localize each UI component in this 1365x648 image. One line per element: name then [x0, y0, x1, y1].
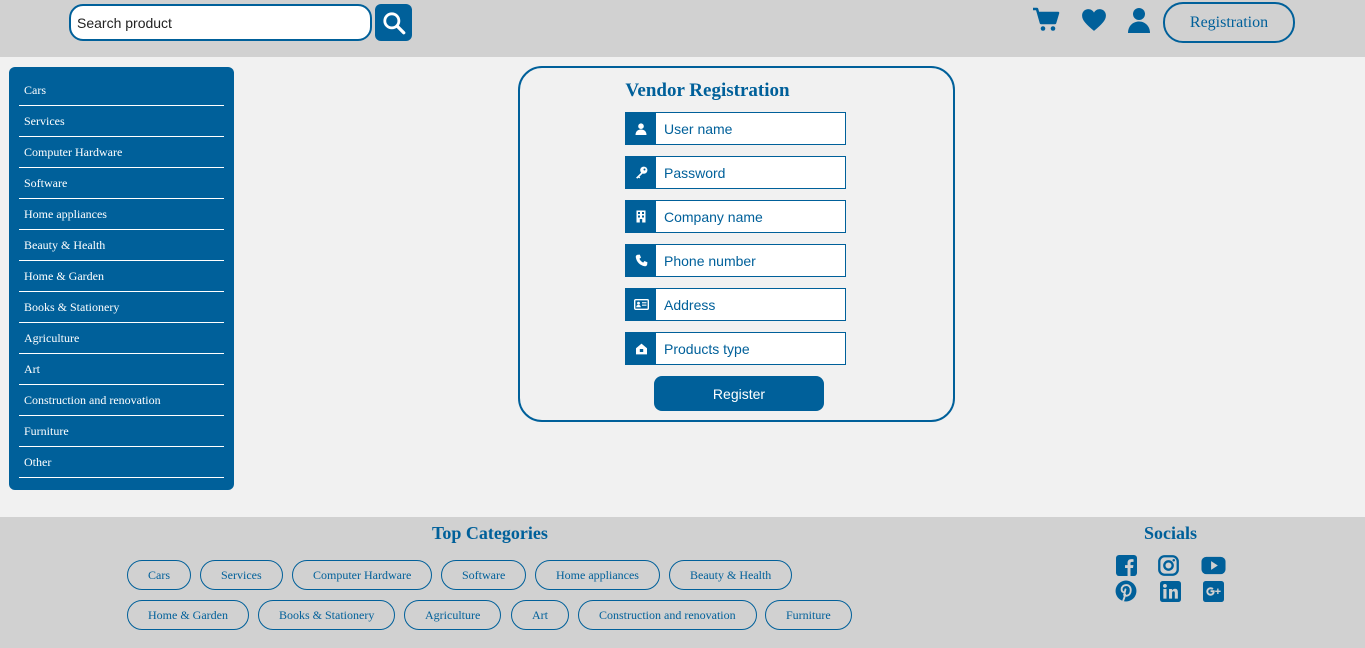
sidebar-item-art[interactable]: Art	[19, 354, 224, 385]
sidebar-item-books-stationery[interactable]: Books & Stationery	[19, 292, 224, 323]
sidebar-item-construction[interactable]: Construction and renovation	[19, 385, 224, 416]
pinterest-icon	[1115, 580, 1137, 602]
form-title: Vendor Registration	[625, 80, 790, 101]
instagram-icon	[1157, 554, 1179, 576]
sidebar-item-computer-hardware[interactable]: Computer Hardware	[19, 137, 224, 168]
socials-title: Socials	[1144, 523, 1198, 543]
category-chip-art[interactable]: Art	[511, 600, 569, 630]
building-icon	[626, 201, 656, 232]
search-input[interactable]	[69, 4, 372, 41]
sidebar-item-beauty-health[interactable]: Beauty & Health	[19, 230, 224, 261]
phone-icon	[626, 245, 656, 276]
address-input[interactable]	[656, 289, 845, 320]
category-chip-home-appliances[interactable]: Home appliances	[535, 560, 660, 590]
category-chip-books-stationery[interactable]: Books & Stationery	[258, 600, 396, 630]
user-icon	[1128, 8, 1150, 33]
register-button[interactable]: Register	[654, 376, 824, 411]
registration-button[interactable]: Registration	[1163, 2, 1295, 43]
category-chip-agriculture[interactable]: Agriculture	[404, 600, 502, 630]
pinterest-link[interactable]	[1115, 580, 1137, 602]
category-chip-furniture[interactable]: Furniture	[765, 600, 852, 630]
username-input[interactable]	[656, 113, 845, 144]
top-header: Registration	[0, 0, 1365, 57]
linkedin-icon	[1159, 580, 1181, 602]
password-input[interactable]	[656, 157, 845, 188]
sidebar-item-furniture[interactable]: Furniture	[19, 416, 224, 447]
password-field	[625, 156, 846, 189]
phone-number-input[interactable]	[656, 245, 845, 276]
search-icon	[382, 11, 405, 34]
youtube-icon	[1200, 556, 1226, 574]
facebook-icon	[1115, 554, 1137, 576]
sidebar-item-agriculture[interactable]: Agriculture	[19, 323, 224, 354]
sidebar-item-home-garden[interactable]: Home & Garden	[19, 261, 224, 292]
address-card-icon	[626, 289, 656, 320]
phone-number-field	[625, 244, 846, 277]
category-chip-beauty-health[interactable]: Beauty & Health	[669, 560, 793, 590]
user-icon	[626, 113, 656, 144]
sidebar-item-cars[interactable]: Cars	[19, 75, 224, 106]
sidebar-item-home-appliances[interactable]: Home appliances	[19, 199, 224, 230]
wishlist-button[interactable]	[1079, 5, 1109, 35]
google-plus-icon	[1202, 580, 1224, 602]
store-icon	[626, 333, 656, 364]
username-field	[625, 112, 846, 145]
cart-button[interactable]	[1031, 5, 1061, 35]
top-categories-title: Top Categories	[432, 523, 548, 543]
products-type-input[interactable]	[656, 333, 845, 364]
sidebar-item-software[interactable]: Software	[19, 168, 224, 199]
account-button[interactable]	[1124, 5, 1154, 35]
category-chip-services[interactable]: Services	[200, 560, 283, 590]
category-chip-computer-hardware[interactable]: Computer Hardware	[292, 560, 433, 590]
key-icon	[626, 157, 656, 188]
sidebar-item-services[interactable]: Services	[19, 106, 224, 137]
instagram-link[interactable]	[1157, 554, 1179, 576]
search-button[interactable]	[375, 4, 412, 41]
linkedin-link[interactable]	[1159, 580, 1181, 602]
youtube-link[interactable]	[1200, 554, 1226, 576]
category-sidebar: Cars Services Computer Hardware Software…	[9, 67, 234, 490]
company-name-input[interactable]	[656, 201, 845, 232]
company-name-field	[625, 200, 846, 233]
category-chip-construction[interactable]: Construction and renovation	[578, 600, 757, 630]
google-plus-link[interactable]	[1202, 580, 1224, 602]
facebook-link[interactable]	[1115, 554, 1137, 576]
category-chip-cars[interactable]: Cars	[127, 560, 191, 590]
category-chip-software[interactable]: Software	[441, 560, 527, 590]
address-field	[625, 288, 846, 321]
sidebar-item-other[interactable]: Other	[19, 447, 224, 478]
category-chip-home-garden[interactable]: Home & Garden	[127, 600, 249, 630]
heart-icon	[1082, 9, 1106, 31]
vendor-registration-form: Vendor Registration Reg	[518, 66, 955, 422]
footer: Top Categories Cars Services Computer Ha…	[0, 517, 1365, 648]
cart-icon	[1033, 7, 1060, 31]
products-type-field	[625, 332, 846, 365]
